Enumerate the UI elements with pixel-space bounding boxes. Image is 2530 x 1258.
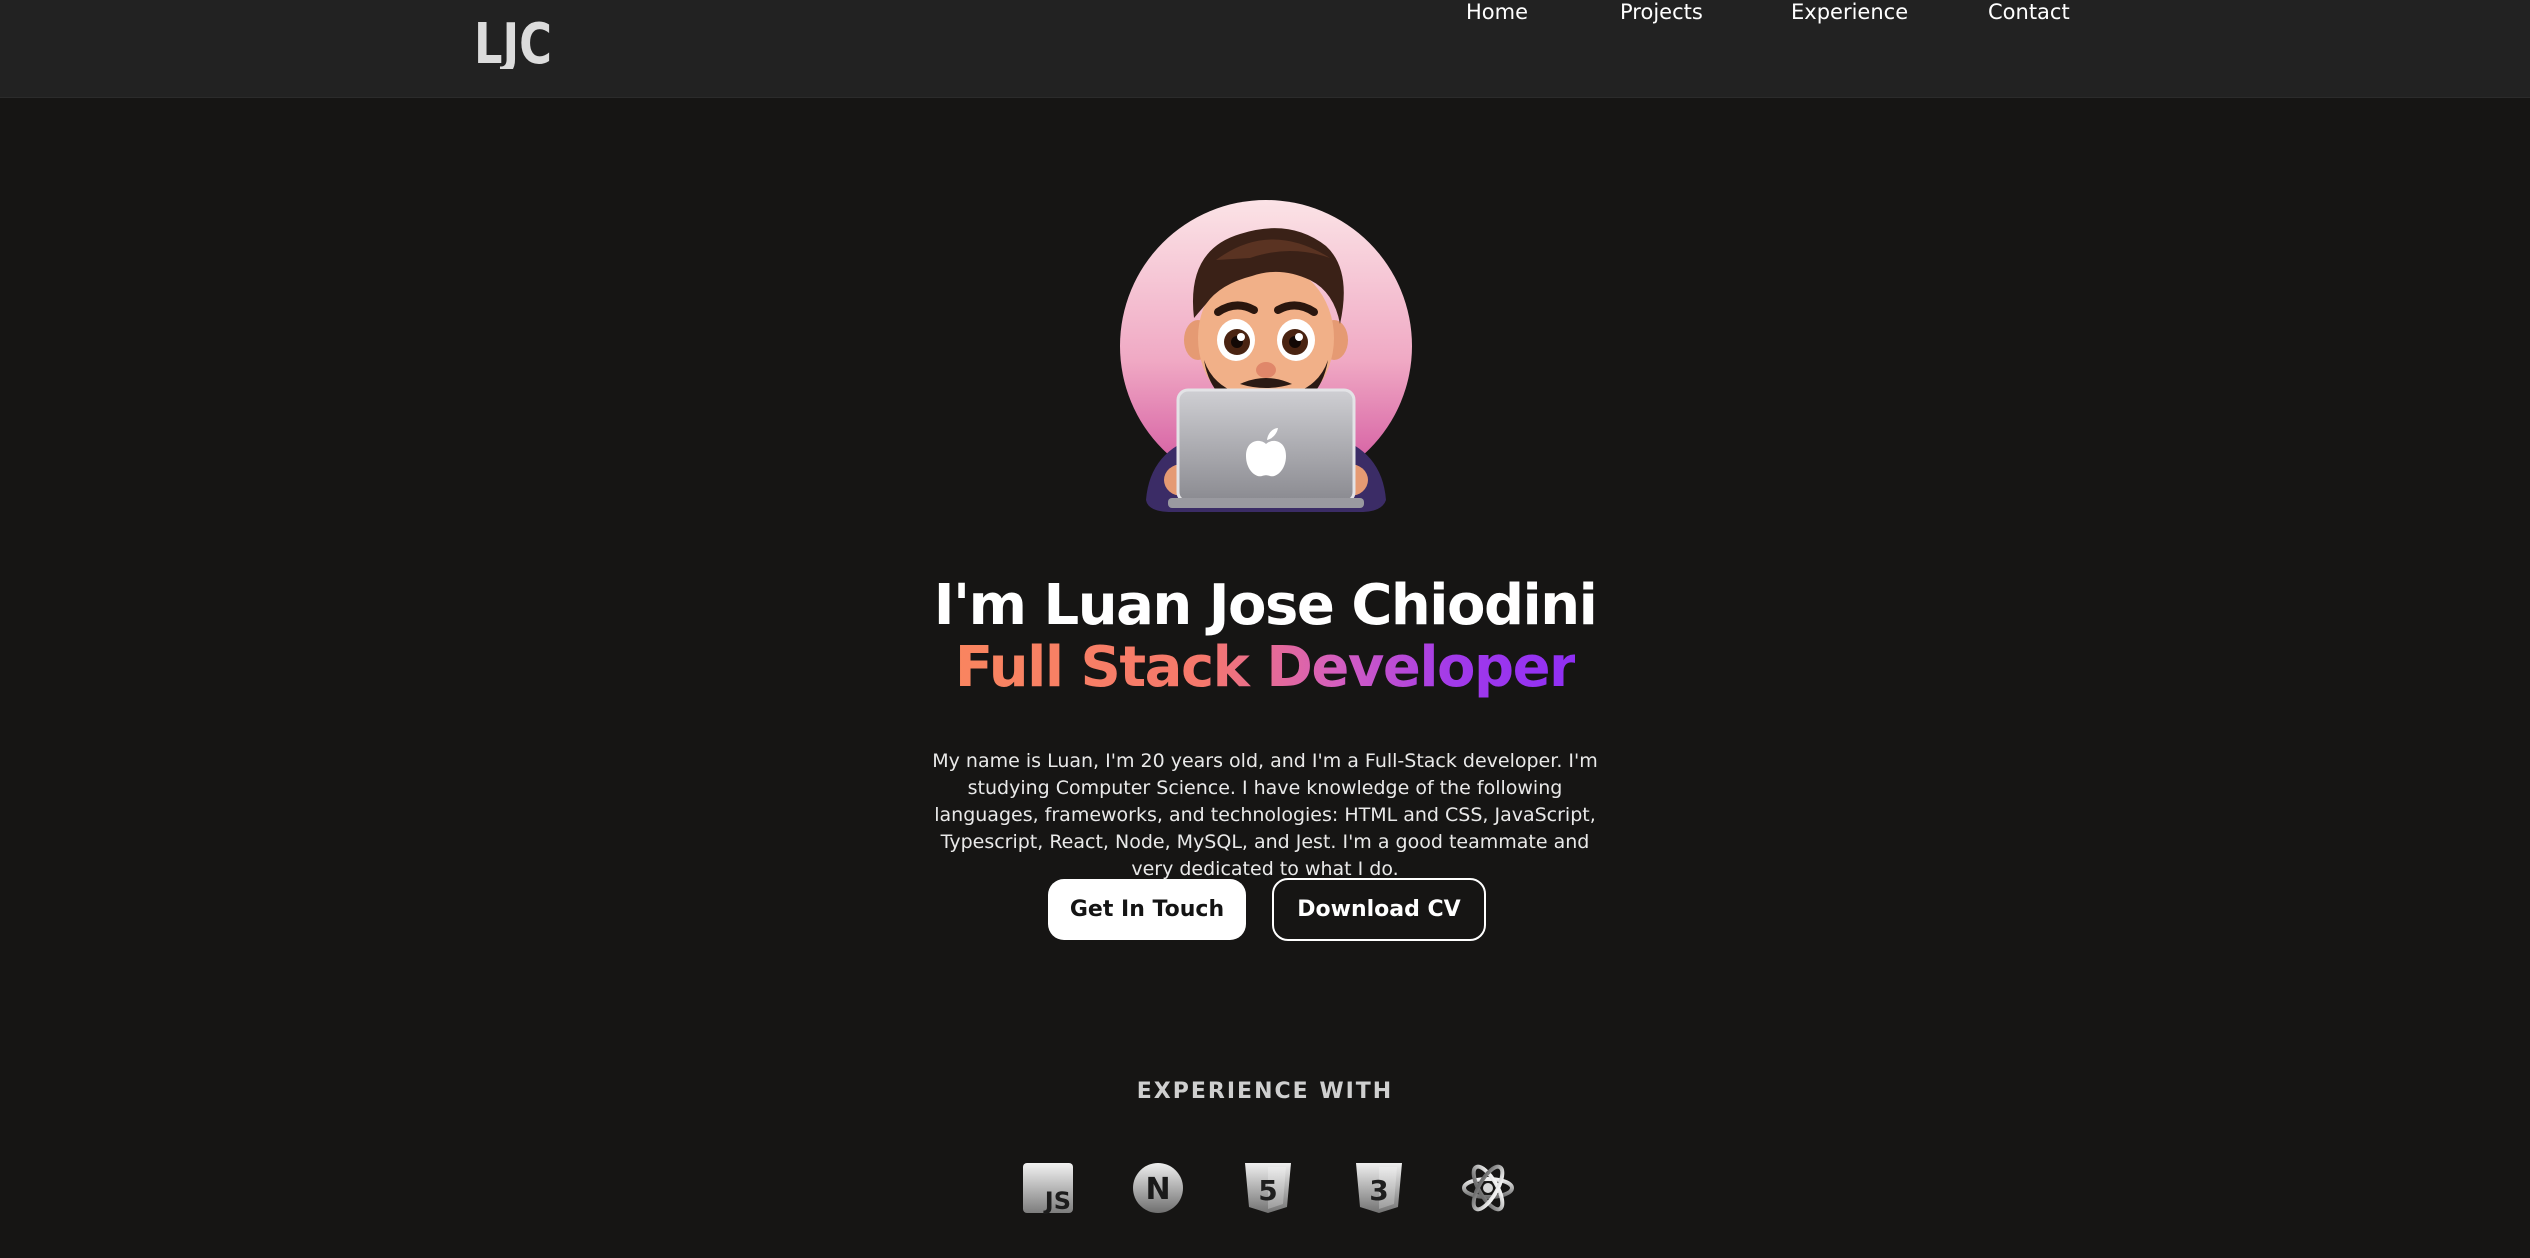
nextjs-icon-label: N [1145,1172,1170,1207]
css3-icon-label: 3 [1369,1174,1388,1207]
nav-link-projects[interactable]: Projects [1620,0,1703,24]
logo-text: LJC [474,13,552,69]
download-cv-button[interactable]: Download CV [1272,878,1486,941]
nav-link-experience[interactable]: Experience [1791,0,1908,24]
nav-link-home[interactable]: Home [1466,0,1528,24]
top-navbar: LJC Home Projects Experience Contact [0,0,2530,98]
hero-bio: My name is Luan, I'm 20 years old, and I… [932,750,1598,880]
get-in-touch-button[interactable]: Get In Touch [1048,879,1246,940]
javascript-icon: JS [1023,1163,1073,1215]
html5-icon-label: 5 [1258,1174,1277,1207]
react-icon [1462,1164,1514,1212]
css3-icon: 3 [1356,1163,1402,1213]
javascript-icon-label: JS [1043,1187,1071,1215]
nextjs-icon: N [1133,1163,1183,1213]
html5-icon: 5 [1245,1163,1291,1213]
tech-icon-row: JS N 5 3 [0,1161,2530,1217]
experience-title: EXPERIENCE WITH [1136,1079,1394,1104]
developer-avatar-with-laptop-icon [1120,200,1412,512]
hero-subtitle-text: Full Stack Developer [954,635,1577,700]
hero-subtitle: Full Stack Developer [0,632,2530,704]
nav-link-contact[interactable]: Contact [1988,0,2070,24]
ljc-logo[interactable]: LJC [474,13,554,69]
avatar [1120,200,1412,512]
